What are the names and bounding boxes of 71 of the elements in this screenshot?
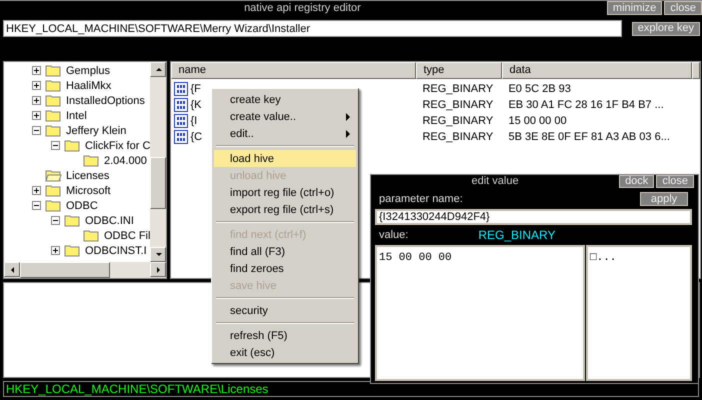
ascii-editor[interactable]: □... <box>586 245 692 381</box>
menu-item[interactable]: security <box>214 302 356 319</box>
menu-item[interactable]: edit.. <box>214 125 356 142</box>
tree-item[interactable]: 2.04.000 <box>104 154 147 166</box>
scroll-down-icon[interactable] <box>154 251 162 258</box>
data-cell-text: EB 30 A1 FC 28 16 1F B4 B7 ... <box>507 99 665 111</box>
data-cell-text: E0 5C 2B 93 <box>507 83 572 95</box>
column-header[interactable]: type <box>416 62 502 79</box>
tree-item[interactable]: ClickFix for C <box>85 140 150 152</box>
value-name[interactable]: {C <box>190 131 202 143</box>
tree-item[interactable]: Licenses <box>66 170 110 182</box>
expand-toggle-icon[interactable] <box>32 96 41 105</box>
hex-editor[interactable]: 15 00 00 00 <box>375 245 585 381</box>
tree-item[interactable]: Jeffery Klein <box>66 124 126 136</box>
data-cell-text: 5B 3E 8E 0F EF 81 A3 AB 03 6... <box>507 131 671 143</box>
submenu-arrow-icon <box>346 112 350 120</box>
tree-item[interactable]: Intel <box>66 110 87 122</box>
value-name[interactable]: {F <box>190 83 201 95</box>
tree-item[interactable]: ODBCINST.I <box>85 244 147 256</box>
column-header[interactable]: data <box>502 62 692 79</box>
tree-item[interactable]: Gemplus <box>66 64 110 76</box>
parameter-name-field[interactable]: {I3241330244D942F4} <box>375 209 692 225</box>
expand-toggle-icon[interactable] <box>32 66 41 75</box>
field-label: value: <box>379 229 408 241</box>
expand-toggle-icon[interactable] <box>32 111 41 120</box>
tree-item[interactable]: ODBC <box>66 200 98 212</box>
expand-toggle-icon[interactable] <box>32 186 41 195</box>
tree-item[interactable]: Microsoft <box>66 184 111 196</box>
binary-value-icon <box>174 98 188 112</box>
menu-item[interactable]: load hive <box>214 150 356 167</box>
scrollbar-thumb[interactable] <box>150 157 166 209</box>
address-field[interactable]: HKEY_LOCAL_MACHINE\SOFTWARE\Merry Wizard\Installer <box>3 20 622 37</box>
binary-value-icon <box>174 130 188 144</box>
dialog-title: edit value <box>470 175 520 189</box>
menu-item[interactable]: refresh (F5) <box>214 327 356 344</box>
submenu-arrow-icon <box>346 130 350 138</box>
type-cell-text: REG_BINARY <box>421 99 494 111</box>
scroll-right-icon[interactable] <box>154 266 162 273</box>
tree-item[interactable]: ODBC.INI <box>85 214 134 226</box>
collapse-toggle-icon[interactable] <box>51 141 60 150</box>
data-cell-text: 15 00 00 00 <box>507 115 568 127</box>
type-cell-text: REG_BINARY <box>421 115 494 127</box>
scroll-left-icon[interactable] <box>8 266 16 273</box>
tree-item[interactable]: InstalledOptions <box>66 94 145 106</box>
binary-value-icon <box>174 82 188 96</box>
value-name[interactable]: {I <box>190 115 198 127</box>
menu-item[interactable]: export reg file (ctrl+s) <box>214 201 356 218</box>
collapse-toggle-icon[interactable] <box>32 201 41 210</box>
menu-item[interactable]: create value.. <box>214 108 356 125</box>
tree-item[interactable]: ODBC Fil <box>104 230 150 242</box>
menu-item[interactable]: create key <box>214 91 356 108</box>
menu-item[interactable]: exit (esc) <box>214 344 356 361</box>
scrollbar-thumb[interactable] <box>20 262 110 278</box>
menu-item[interactable]: import reg file (ctrl+o) <box>214 184 356 201</box>
type-cell-text: REG_BINARY <box>421 131 494 143</box>
value-name[interactable]: {K <box>190 99 202 111</box>
collapse-toggle-icon[interactable] <box>51 216 60 225</box>
expand-toggle-icon[interactable] <box>51 246 60 255</box>
scroll-up-icon[interactable] <box>154 66 162 73</box>
menu-item[interactable]: find zeroes <box>214 260 356 277</box>
binary-value-icon <box>174 114 188 128</box>
expand-toggle-icon[interactable] <box>32 81 41 90</box>
collapse-toggle-icon[interactable] <box>32 126 41 135</box>
window-title: native api registry editor <box>243 1 362 15</box>
column-header[interactable] <box>692 62 700 79</box>
field-label: parameter name: <box>379 193 463 205</box>
type-cell-text: REG_BINARY <box>421 83 494 95</box>
value-type: REG_BINARY <box>478 228 556 242</box>
tree-item[interactable]: HaaliMkx <box>66 80 112 92</box>
menu-item[interactable]: find all (F3) <box>214 243 356 260</box>
column-header[interactable]: name <box>171 62 416 79</box>
